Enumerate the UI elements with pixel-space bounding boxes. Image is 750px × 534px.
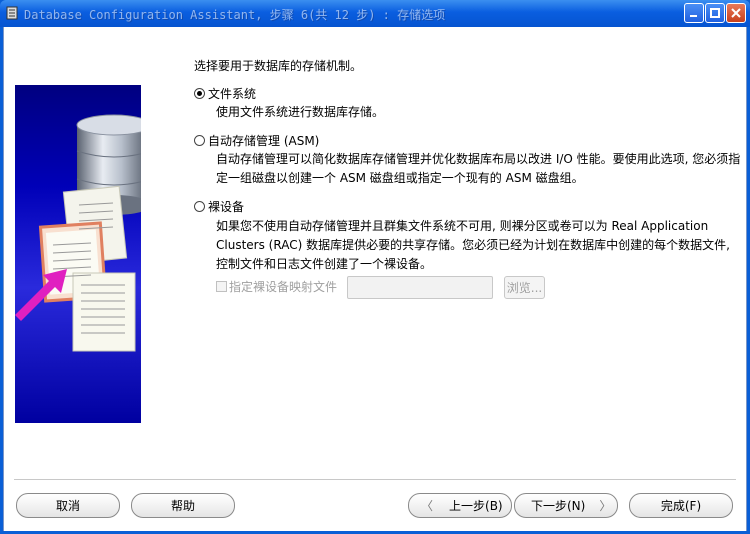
cancel-button[interactable]: 取消 [16, 493, 120, 518]
wizard-body: 选择要用于数据库的存储机制。 文件系统 使用文件系统进行数据库存储。 自动存储管… [3, 27, 747, 531]
storage-prompt: 选择要用于数据库的存储机制。 [194, 59, 363, 73]
close-button[interactable] [726, 3, 746, 23]
option-file-system[interactable]: 文件系统 [194, 85, 256, 102]
asm-radio[interactable] [194, 135, 205, 146]
chevron-left-icon: 〈 [421, 499, 434, 513]
back-button[interactable]: 〈 上一步(B) [408, 493, 512, 518]
browse-button[interactable]: 浏览... [504, 276, 545, 299]
finish-button[interactable]: 完成(F) [629, 493, 733, 518]
wizard-illustration [15, 85, 141, 423]
database-app-icon [6, 6, 18, 20]
wizard-window: Database Configuration Assistant, 步骤 6(共… [0, 0, 750, 534]
raw-mapping-checkbox[interactable] [216, 281, 227, 292]
title-bar[interactable]: Database Configuration Assistant, 步骤 6(共… [0, 0, 750, 27]
next-button[interactable]: 下一步(N) 〉 [514, 493, 618, 518]
raw-mapping-path-input[interactable] [347, 276, 493, 299]
option-asm[interactable]: 自动存储管理 (ASM) [194, 132, 319, 149]
raw-devices-radio[interactable] [194, 201, 205, 212]
maximize-icon [710, 8, 720, 18]
help-button[interactable]: 帮助 [131, 493, 235, 518]
window-title: Database Configuration Assistant, 步骤 6(共… [24, 8, 446, 22]
chevron-right-icon: 〉 [599, 499, 612, 513]
option-raw-devices[interactable]: 裸设备 [194, 198, 244, 215]
minimize-icon [690, 15, 697, 17]
asm-label: 自动存储管理 (ASM) [208, 134, 320, 148]
raw-devices-description: 如果您不使用自动存储管理并且群集文件系统不可用, 则裸分区或卷可以为 Real … [216, 219, 730, 271]
asm-description: 自动存储管理可以简化数据库存储管理并优化数据库布局以改进 I/O 性能。要使用此… [216, 152, 741, 185]
raw-mapping-label: 指定裸设备映射文件 [229, 280, 338, 294]
file-system-description: 使用文件系统进行数据库存储。 [216, 105, 385, 119]
file-system-radio[interactable] [194, 88, 205, 99]
file-system-label: 文件系统 [208, 87, 257, 101]
database-documents-illustration [15, 114, 141, 352]
minimize-button[interactable] [684, 3, 704, 23]
footer-separator [14, 479, 736, 480]
close-icon [731, 8, 741, 18]
raw-devices-label: 裸设备 [208, 200, 245, 214]
raw-mapping-file-option[interactable]: 指定裸设备映射文件 [216, 278, 337, 295]
maximize-button[interactable] [705, 3, 725, 23]
